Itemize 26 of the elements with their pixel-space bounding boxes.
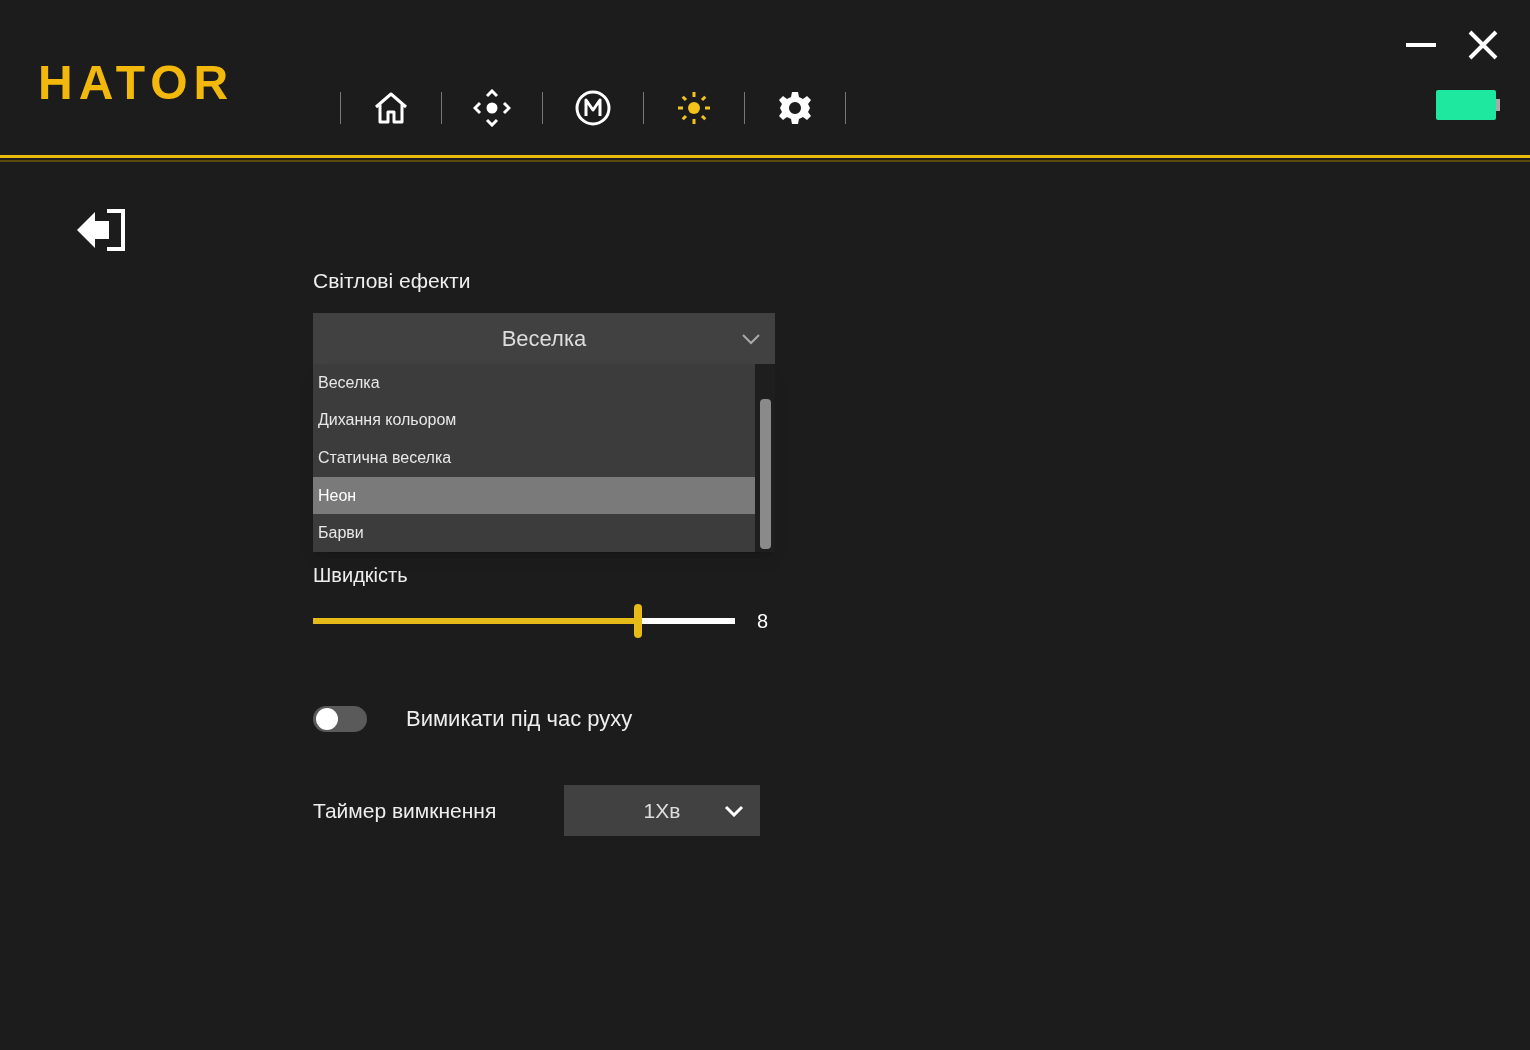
speed-value: 8 [757,609,769,634]
toggle-switch[interactable] [313,705,367,732]
sun-icon [676,90,712,126]
effects-label: Світлові ефекти [313,268,472,293]
scrollbar[interactable] [755,364,775,552]
timer-dropdown[interactable]: 1Хв [564,785,760,836]
m-circle-icon [574,89,612,127]
chevron-down-icon [741,332,761,345]
close-button[interactable] [1466,28,1500,62]
effects-dropdown[interactable]: Веселка [313,313,775,364]
dropdown-option[interactable]: Барви [313,514,755,552]
dropdown-option[interactable]: Неон [313,476,755,515]
dropdown-option[interactable]: Статична веселка [313,439,755,477]
speed-slider[interactable] [313,604,735,638]
four-arrows-icon [473,89,511,127]
settings-icon [777,90,813,126]
toggle-label: Вимикати під час руху [406,705,633,733]
battery-icon [1436,90,1500,120]
home-icon [373,91,409,125]
speed-label: Швидкість [313,563,409,584]
dropdown-option[interactable]: Дихання кольором [313,401,755,440]
chevron-down-icon [724,804,744,817]
slider-thumb[interactable] [633,604,642,638]
dropdown-option[interactable]: Веселка [313,364,755,402]
timer-label: Таймер вимкнення [313,797,498,824]
logo: HATOR [38,59,236,107]
